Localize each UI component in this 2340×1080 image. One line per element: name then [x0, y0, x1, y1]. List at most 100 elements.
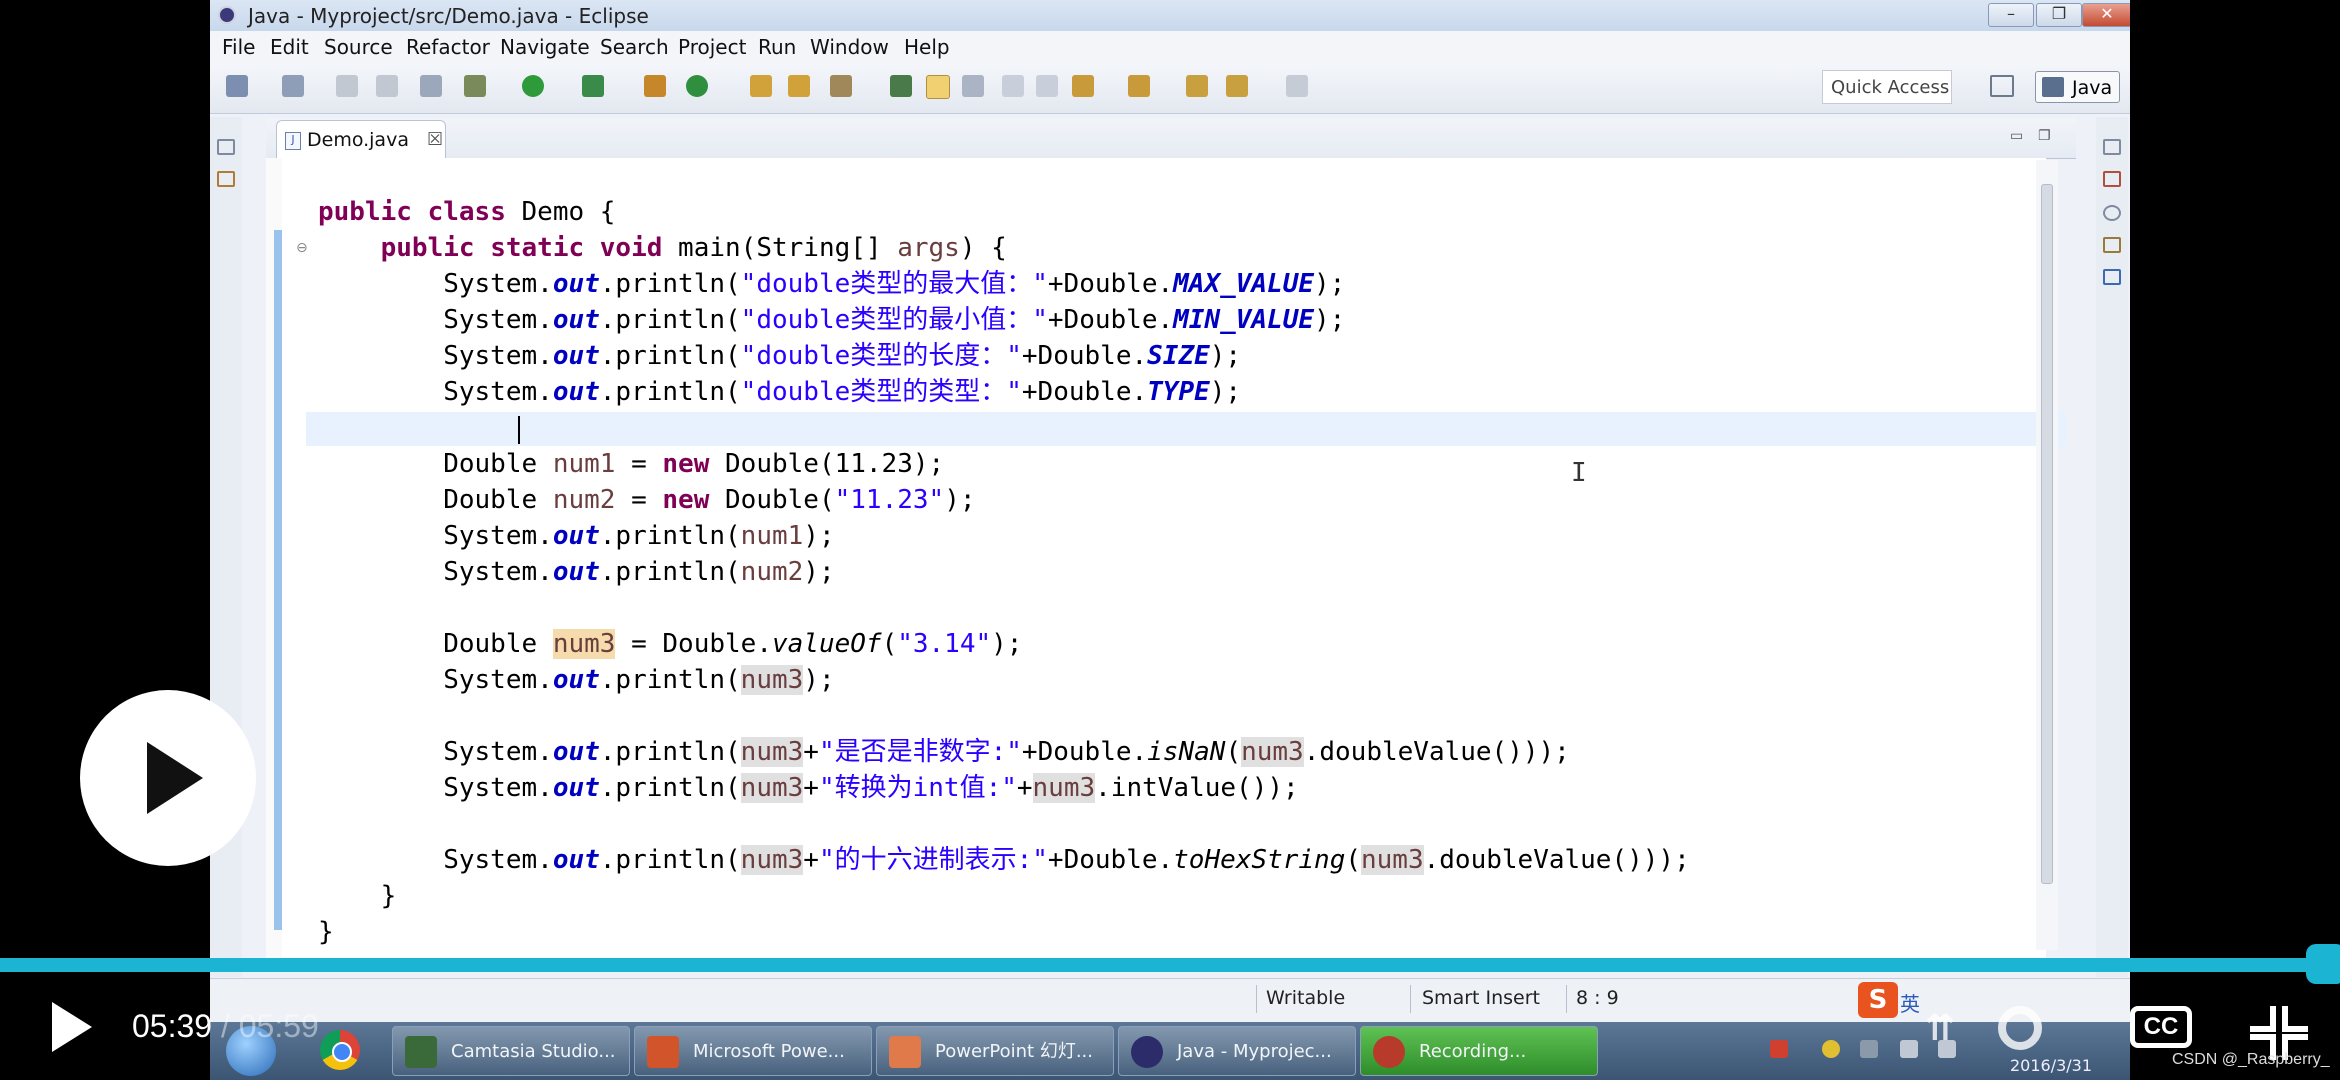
right-trim-stack: [2096, 117, 2128, 977]
taskbar-item-recording[interactable]: Recording...: [1360, 1026, 1598, 1076]
open-task-icon[interactable]: [788, 75, 810, 97]
tray-app-icon[interactable]: [1822, 1040, 1840, 1058]
last-edit-location-icon[interactable]: [1186, 75, 1208, 97]
tray-network-icon[interactable]: [1860, 1040, 1878, 1058]
menu-edit[interactable]: Edit: [270, 35, 309, 59]
status-separator: [1256, 985, 1257, 1013]
quick-access-input[interactable]: Quick Access: [1822, 70, 1952, 104]
skip-breakpoints-icon[interactable]: [420, 75, 442, 97]
save-all-icon[interactable]: [376, 75, 398, 97]
menu-help[interactable]: Help: [904, 35, 950, 59]
restore-right-view-icon[interactable]: [2103, 139, 2121, 155]
tab-label: Demo.java: [307, 129, 409, 151]
restore-view-icon[interactable]: [217, 139, 235, 155]
code-line: System.out.println(num3+"是否是非数字:"+Double…: [318, 737, 1570, 767]
settings-gear-icon[interactable]: [1998, 1006, 2042, 1050]
big-play-button[interactable]: [80, 690, 256, 866]
main-toolbar: Quick Access Java: [210, 63, 2130, 114]
status-position: 8 : 9: [1576, 987, 1619, 1009]
fold-toggle-icon[interactable]: ⊖: [296, 240, 308, 256]
taskbar-item-eclipse[interactable]: Java - Myprojec...: [1118, 1026, 1356, 1076]
editor-maximize-icon[interactable]: ❐: [2038, 128, 2051, 144]
java-perspective-icon: [2042, 77, 2064, 97]
status-insert-mode: Smart Insert: [1422, 987, 1541, 1009]
console-icon[interactable]: [2103, 269, 2121, 285]
menu-navigate[interactable]: Navigate: [500, 35, 590, 59]
menu-file[interactable]: File: [222, 35, 255, 59]
code-editor[interactable]: ⊖ public class Demo { public static void…: [266, 158, 2066, 958]
code-line: System.out.println(num3+"的十六进制表示:"+Doubl…: [318, 845, 1690, 875]
chrome-icon[interactable]: [320, 1030, 360, 1070]
video-progress-knob[interactable]: [2306, 944, 2340, 984]
save-icon[interactable]: [336, 75, 358, 97]
code-line: System.out.println("double类型的类型："+Double…: [318, 377, 1242, 407]
eclipse-app-icon: [218, 6, 236, 24]
eclipse-icon: [1131, 1036, 1163, 1068]
tray-volume-icon[interactable]: [1900, 1040, 1918, 1058]
open-perspective-icon[interactable]: [1990, 75, 2014, 97]
text-caret: [518, 416, 520, 444]
code-line: }: [318, 917, 334, 947]
menu-run[interactable]: Run: [758, 35, 796, 59]
task-list-icon[interactable]: [2103, 171, 2121, 187]
tab-close-icon[interactable]: ☒: [427, 121, 443, 159]
package-explorer-icon[interactable]: [217, 171, 235, 187]
maximize-button[interactable]: ❐: [2036, 3, 2082, 27]
taskbar-item-camtasia[interactable]: Camtasia Studio...: [392, 1026, 630, 1076]
run-icon[interactable]: [522, 75, 544, 97]
editor-minimize-icon[interactable]: ▭: [2010, 128, 2023, 144]
mouse-ibeam-cursor: I: [1571, 458, 1587, 488]
toggle-word-wrap-icon[interactable]: [962, 75, 984, 97]
control-play-icon[interactable]: [52, 1002, 92, 1052]
previous-annotation-icon[interactable]: [1128, 75, 1150, 97]
new-package-icon[interactable]: [282, 75, 304, 97]
new-java-project-icon[interactable]: [644, 75, 666, 97]
taskbar-item-label: PowerPoint 幻灯...: [935, 1041, 1094, 1062]
open-type-icon[interactable]: [750, 75, 772, 97]
sogou-ime-icon[interactable]: S: [1858, 982, 1898, 1018]
problems-icon[interactable]: [2103, 237, 2121, 253]
code-line: Double num3 = Double.valueOf("3.14");: [318, 629, 1023, 659]
code-line: System.out.println(num1);: [318, 521, 835, 551]
scrollbar-thumb[interactable]: [2041, 184, 2053, 884]
outline-icon[interactable]: [2103, 205, 2121, 221]
new-icon[interactable]: [226, 75, 248, 97]
windows-taskbar: Camtasia Studio... Microsoft Powe... Pow…: [210, 982, 2130, 1080]
playback-speed-icon[interactable]: ⇈: [1925, 1008, 1969, 1050]
tab-demo-java[interactable]: J Demo.java ☒: [276, 120, 446, 158]
taskbar-item-label: Camtasia Studio...: [451, 1041, 616, 1062]
block-selection-icon[interactable]: [1002, 75, 1024, 97]
taskbar-item-powerpoint[interactable]: Microsoft Powe...: [634, 1026, 872, 1076]
taskbar-item-label: Java - Myprojec...: [1177, 1041, 1332, 1062]
editor-tab-bar: J Demo.java ☒ ▭ ❐: [266, 118, 2076, 159]
ime-language-indicator[interactable]: 英: [1900, 988, 1920, 1017]
menu-search[interactable]: Search: [600, 35, 669, 59]
java-perspective-button[interactable]: Java: [2035, 71, 2120, 103]
menu-window[interactable]: Window: [810, 35, 889, 59]
show-whitespace-icon[interactable]: [1036, 75, 1058, 97]
debug-icon[interactable]: [464, 75, 486, 97]
taskbar-item-label: Microsoft Powe...: [693, 1041, 845, 1062]
next-annotation-icon[interactable]: [1072, 75, 1094, 97]
menu-refactor[interactable]: Refactor: [406, 35, 490, 59]
forward-icon[interactable]: [1286, 75, 1308, 97]
recording-icon: [1373, 1036, 1405, 1068]
video-progress-fill: [0, 958, 2310, 972]
minimize-button[interactable]: –: [1988, 3, 2034, 27]
close-button[interactable]: ✕: [2082, 3, 2130, 27]
toggle-ant-editor-icon[interactable]: [890, 75, 912, 97]
menu-project[interactable]: Project: [678, 35, 746, 59]
search-icon[interactable]: [830, 75, 852, 97]
new-java-class-icon[interactable]: [686, 75, 708, 97]
coverage-icon[interactable]: [582, 75, 604, 97]
source-code[interactable]: public class Demo { public static void m…: [318, 194, 1690, 950]
tray-sogou-icon[interactable]: [1770, 1040, 1788, 1058]
closed-captions-button[interactable]: CC: [2130, 1006, 2192, 1048]
video-time: 05:39 / 05:59: [132, 1008, 319, 1045]
menu-source[interactable]: Source: [324, 35, 393, 59]
code-line: public class Demo {: [318, 197, 616, 227]
back-icon[interactable]: [1226, 75, 1248, 97]
editor-vertical-scrollbar[interactable]: [2036, 160, 2058, 950]
taskbar-item-powerpoint-slideshow[interactable]: PowerPoint 幻灯...: [876, 1026, 1114, 1076]
toggle-mark-occurrences-icon[interactable]: [926, 75, 950, 99]
